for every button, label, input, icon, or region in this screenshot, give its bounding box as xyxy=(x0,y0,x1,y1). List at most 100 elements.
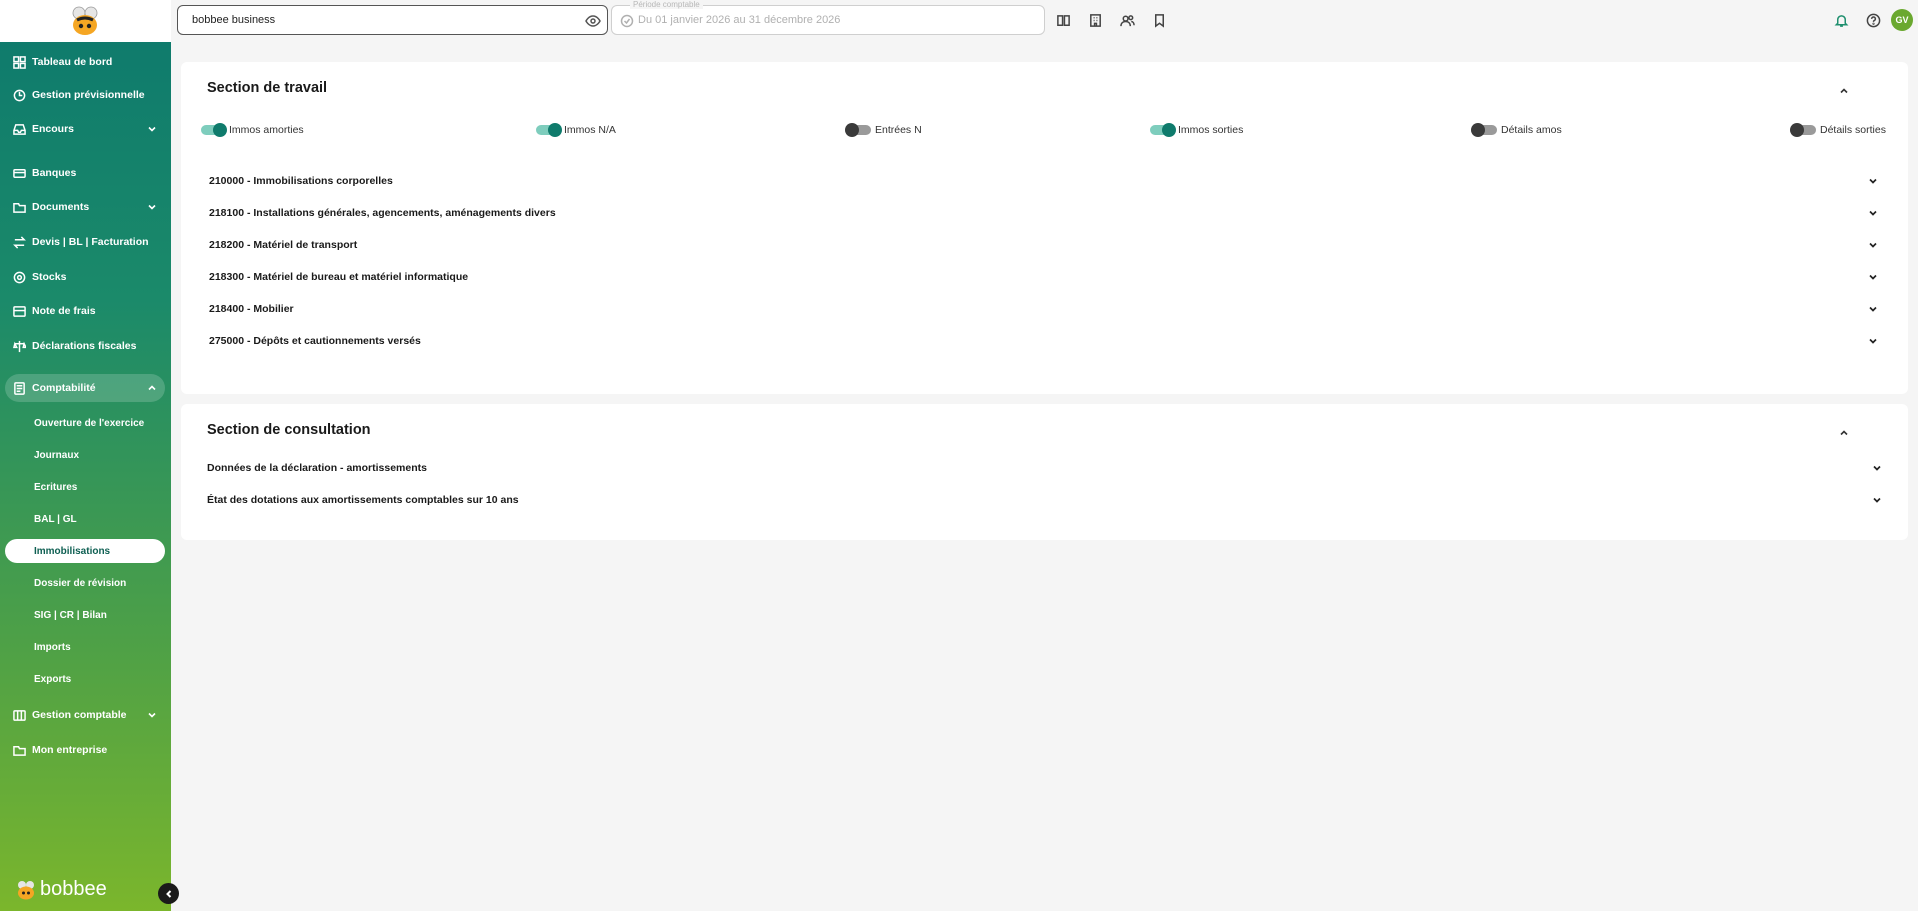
sidebar-subitem-ecritures[interactable]: Ecritures xyxy=(5,475,165,499)
chevron-down-icon xyxy=(1867,335,1879,347)
sidebar-item-label: Gestion prévisionnelle xyxy=(32,89,145,101)
toggle-immos-na[interactable]: Immos N/A xyxy=(536,123,616,137)
sidebar-item-stocks[interactable]: Stocks xyxy=(5,263,165,291)
sidebar-item-encours[interactable]: Encours xyxy=(5,115,165,143)
sidebar-item-devis-facturation[interactable]: Devis | BL | Facturation xyxy=(5,228,165,256)
account-label: 218300 - Matériel de bureau et matériel … xyxy=(209,271,469,283)
eye-icon[interactable] xyxy=(585,13,601,29)
sidebar-item-banques[interactable]: Banques xyxy=(5,159,165,187)
toggle-details-sorties[interactable]: Détails sorties xyxy=(1790,123,1886,137)
chevron-down-icon xyxy=(147,202,157,212)
company-selector[interactable]: bobbee business xyxy=(177,5,608,35)
chevron-down-icon xyxy=(147,710,157,720)
tax-icon xyxy=(12,339,26,353)
toggle-label: Immos amorties xyxy=(229,124,304,136)
toggle-label: Immos N/A xyxy=(564,124,616,136)
sidebar-item-label: Banques xyxy=(32,167,77,179)
bookmark-icon[interactable] xyxy=(1150,11,1168,29)
toggle-immos-sorties[interactable]: Immos sorties xyxy=(1150,123,1243,137)
sidebar-item-note-de-frais[interactable]: Note de frais xyxy=(5,297,165,325)
sidebar-item-tableau-de-bord[interactable]: Tableau de bord xyxy=(5,48,165,76)
ledger-icon xyxy=(12,708,26,722)
sidebar-subitem-imports[interactable]: Imports xyxy=(5,635,165,659)
account-row-218100[interactable]: 218100 - Installations générales, agence… xyxy=(181,202,1908,224)
sidebar-item-label: Déclarations fiscales xyxy=(32,340,137,352)
consult-row-dotations[interactable]: État des dotations aux amortissements co… xyxy=(181,489,1908,511)
account-label: 218100 - Installations générales, agence… xyxy=(209,207,556,219)
sidebar-item-label: Note de frais xyxy=(32,305,96,317)
chevron-left-icon xyxy=(165,889,171,898)
chevron-up-icon xyxy=(147,383,157,393)
bell-icon[interactable] xyxy=(1832,11,1850,29)
dashboard-icon xyxy=(12,55,26,69)
consult-row-declaration[interactable]: Données de la déclaration - amortissemen… xyxy=(181,457,1908,479)
chevron-up-icon[interactable] xyxy=(1838,426,1850,438)
chevron-down-icon xyxy=(1867,271,1879,283)
sidebar-item-mon-entreprise[interactable]: Mon entreprise xyxy=(5,736,165,764)
sidebar-subitem-bal-gl[interactable]: BAL | GL xyxy=(5,507,165,531)
sidebar-subitem-label: Ouverture de l'exercice xyxy=(34,417,145,429)
sidebar-subitem-ouverture[interactable]: Ouverture de l'exercice xyxy=(5,411,165,435)
users-icon[interactable] xyxy=(1118,11,1136,29)
period-value: Du 01 janvier 2026 au 31 décembre 2026 xyxy=(638,14,841,26)
switch-on[interactable] xyxy=(201,123,227,137)
account-label: 210000 - Immobilisations corporelles xyxy=(209,175,393,187)
sidebar-item-documents[interactable]: Documents xyxy=(5,193,165,221)
sidebar-subitem-journaux[interactable]: Journaux xyxy=(5,443,165,467)
folder-icon xyxy=(12,743,26,757)
account-row-218300[interactable]: 218300 - Matériel de bureau et matériel … xyxy=(181,266,1908,288)
avatar[interactable]: GV xyxy=(1891,9,1913,31)
brand-name: bobbee xyxy=(40,878,107,900)
sidebar-item-gestion-previsionnelle[interactable]: Gestion prévisionnelle xyxy=(5,81,165,109)
help-icon[interactable] xyxy=(1864,11,1882,29)
sidebar-subitem-label: SIG | CR | Bilan xyxy=(34,609,107,621)
account-row-218200[interactable]: 218200 - Matériel de transport xyxy=(181,234,1908,256)
forecast-icon xyxy=(12,88,26,102)
toggle-entrees-n[interactable]: Entrées N xyxy=(845,123,922,137)
sidebar-item-declarations-fiscales[interactable]: Déclarations fiscales xyxy=(5,332,165,360)
sidebar-item-label: Documents xyxy=(32,201,90,213)
period-label: Période comptable xyxy=(630,0,703,9)
sidebar-subitem-immobilisations[interactable]: Immobilisations xyxy=(5,539,165,563)
period-field[interactable]: Période comptable Du 01 janvier 2026 au … xyxy=(611,0,1045,35)
sidebar-item-label: Mon entreprise xyxy=(32,744,108,756)
switch-on[interactable] xyxy=(1150,123,1176,137)
consult-label: État des dotations aux amortissements co… xyxy=(207,494,519,506)
building-icon[interactable] xyxy=(1086,11,1104,29)
sidebar-subitem-dossier-revision[interactable]: Dossier de révision xyxy=(5,571,165,595)
chevron-down-icon xyxy=(1867,207,1879,219)
switch-off[interactable] xyxy=(845,123,871,137)
sidebar-subitem-sig-cr-bilan[interactable]: SIG | CR | Bilan xyxy=(5,603,165,627)
chevron-down-icon xyxy=(1867,175,1879,187)
account-row-218400[interactable]: 218400 - Mobilier xyxy=(181,298,1908,320)
stock-icon xyxy=(12,270,26,284)
collapse-sidebar-button[interactable] xyxy=(158,883,179,904)
receipt-icon xyxy=(12,304,26,318)
filter-toggles: Immos amorties Immos N/A Entrées N Immos… xyxy=(181,123,1908,138)
book-icon[interactable] xyxy=(1054,11,1072,29)
sidebar-item-label: Comptabilité xyxy=(32,382,96,394)
switch-off[interactable] xyxy=(1790,123,1816,137)
sidebar-subitem-exports[interactable]: Exports xyxy=(5,667,165,691)
toggle-label: Entrées N xyxy=(875,124,922,136)
bee-logo-icon[interactable] xyxy=(68,6,102,36)
account-row-210000[interactable]: 210000 - Immobilisations corporelles xyxy=(181,170,1908,192)
account-row-275000[interactable]: 275000 - Dépôts et cautionnements versés xyxy=(181,330,1908,352)
sidebar-item-comptabilite[interactable]: Comptabilité xyxy=(5,374,165,402)
toggle-immos-amorties[interactable]: Immos amorties xyxy=(201,123,304,137)
calendar-check-icon xyxy=(620,14,634,28)
sidebar-subitem-label: Exports xyxy=(34,673,72,685)
sidebar-item-label: Encours xyxy=(32,123,75,135)
sidebar-item-gestion-comptable[interactable]: Gestion comptable xyxy=(5,701,165,729)
consult-label: Données de la déclaration - amortissemen… xyxy=(207,462,427,474)
switch-off[interactable] xyxy=(1471,123,1497,137)
sidebar: Tableau de bord Gestion prévisionnelle E… xyxy=(0,0,179,911)
chevron-down-icon xyxy=(1871,462,1883,474)
sidebar-subitem-label: Imports xyxy=(34,641,71,653)
toggle-details-amos[interactable]: Détails amos xyxy=(1471,123,1562,137)
consult-section-card: Section de consultation Données de la dé… xyxy=(181,404,1908,540)
switch-on[interactable] xyxy=(536,123,562,137)
bank-icon xyxy=(12,166,26,180)
sidebar-subitem-label: Journaux xyxy=(34,449,80,461)
chevron-up-icon[interactable] xyxy=(1838,84,1850,96)
